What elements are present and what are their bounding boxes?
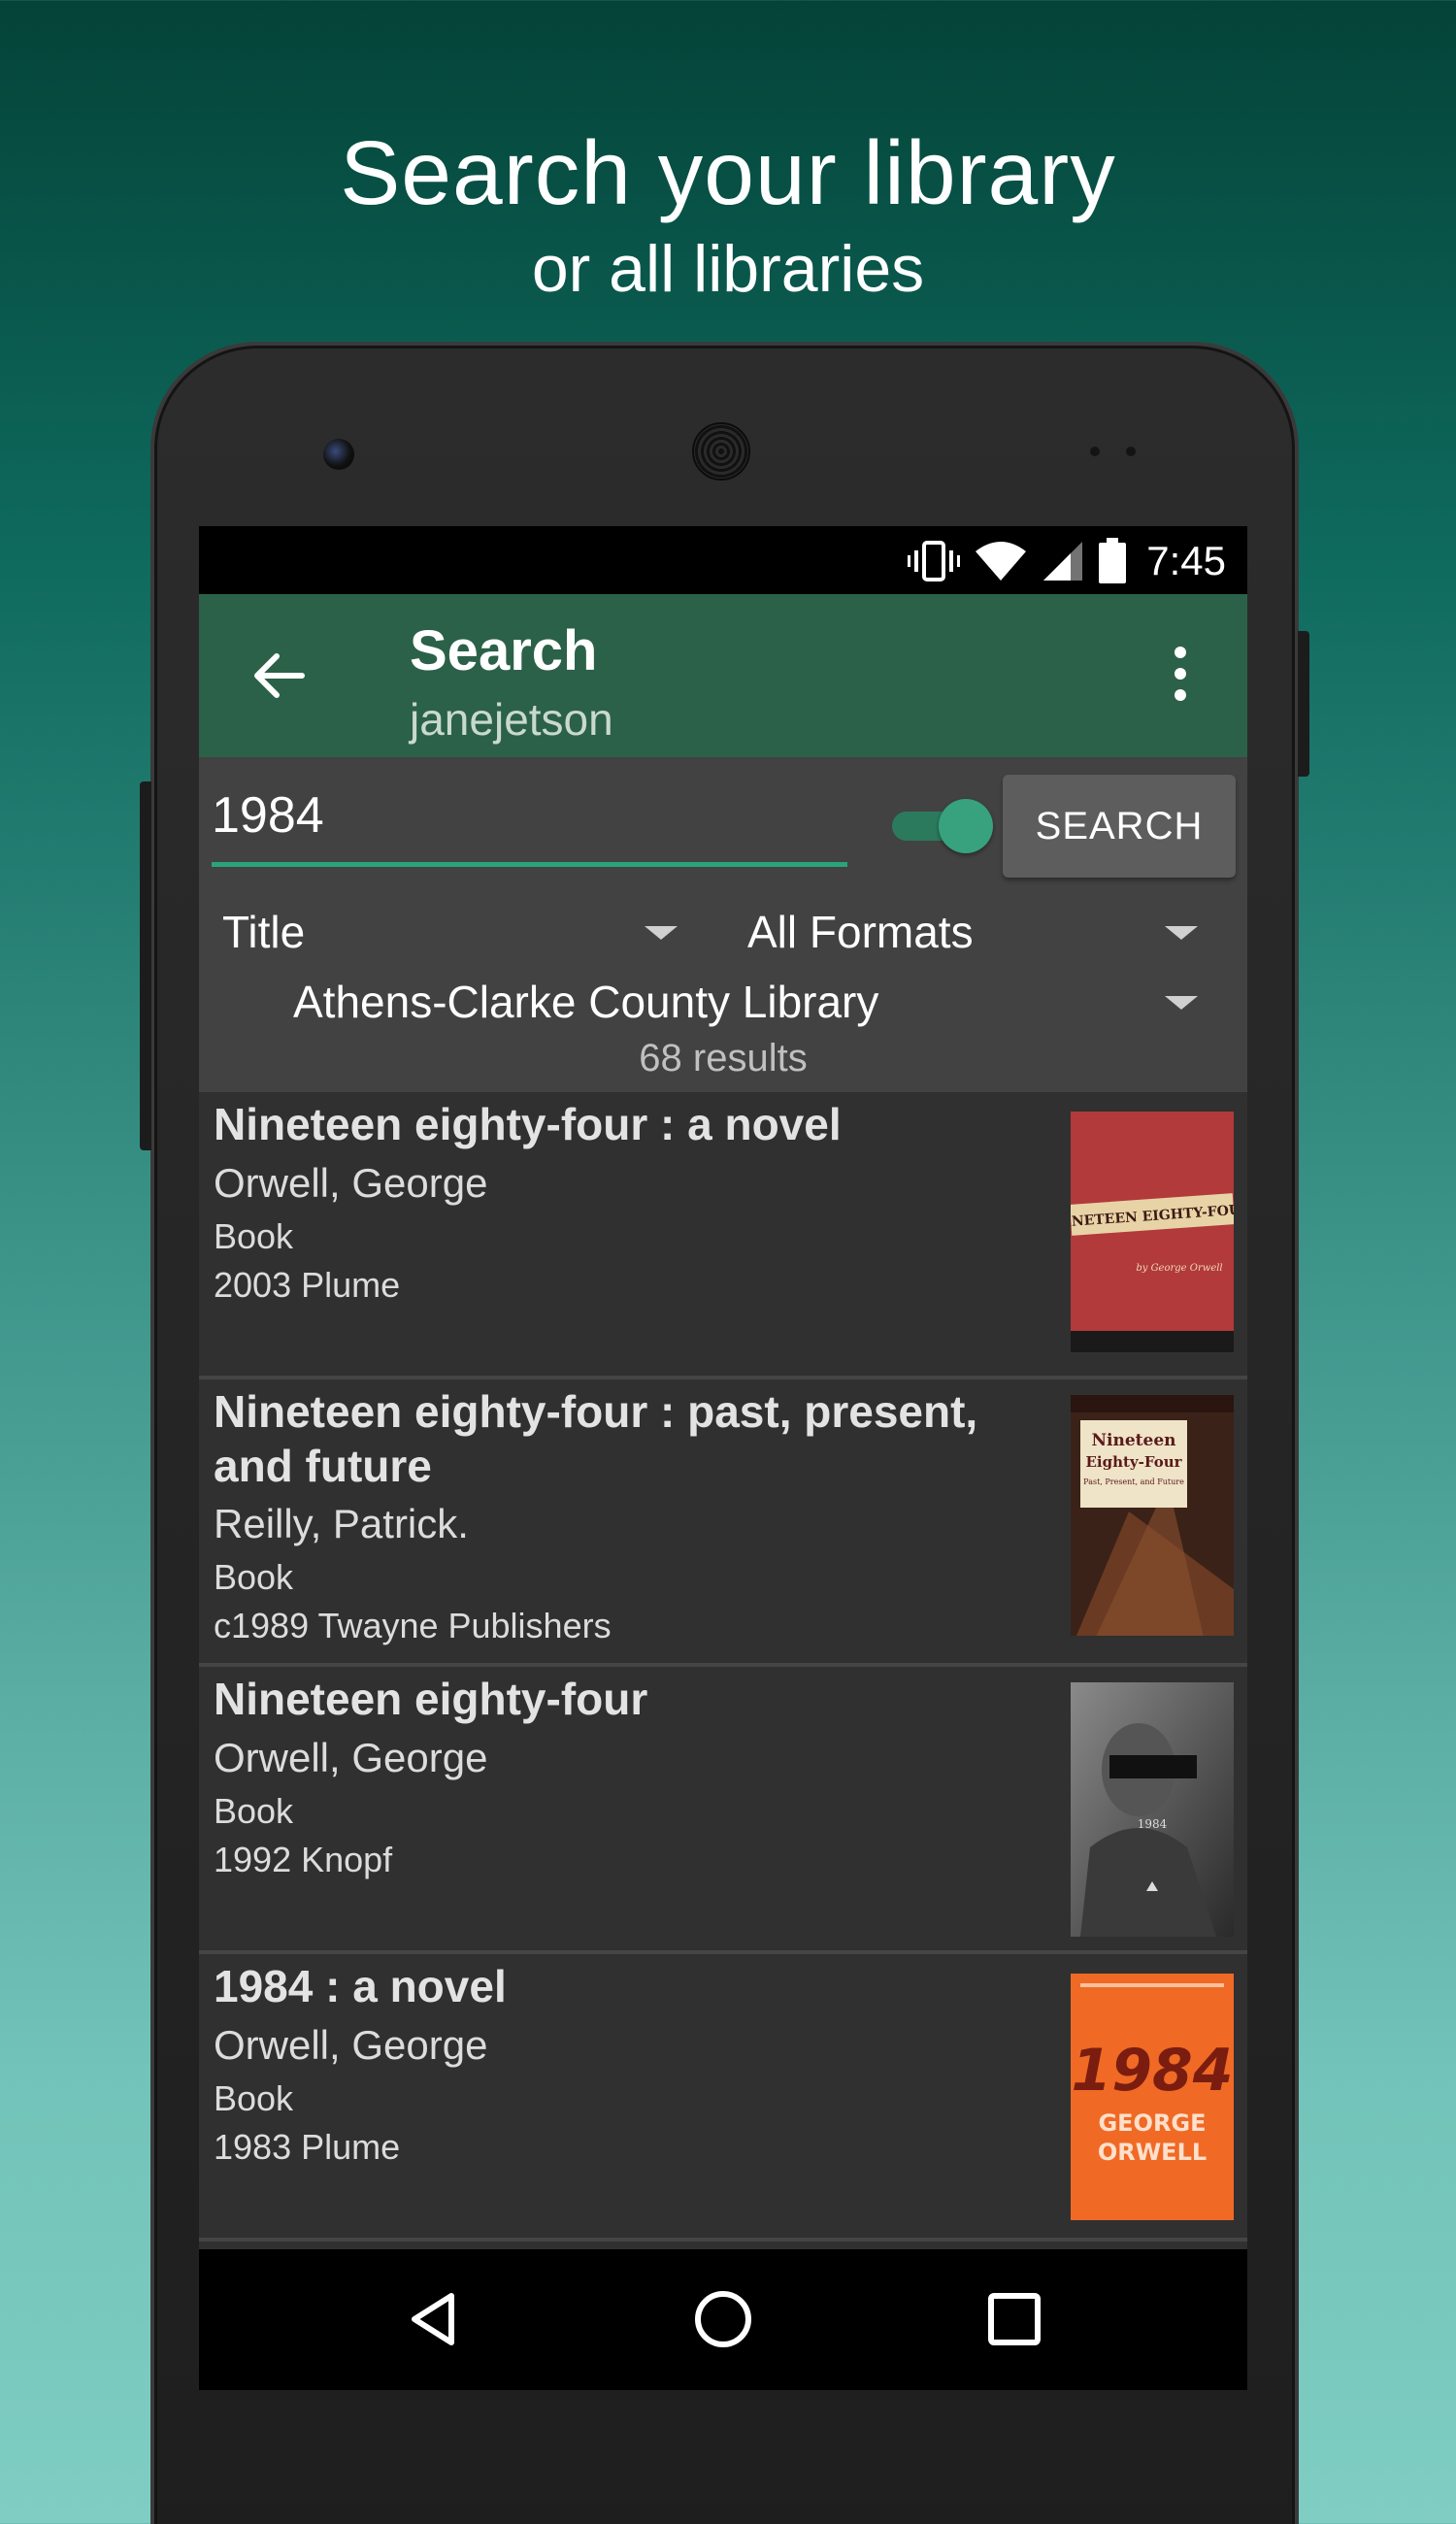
proximity-sensor — [1090, 447, 1100, 456]
status-time: 7:45 — [1146, 537, 1226, 583]
result-title: Nineteen eighty-four — [214, 1674, 648, 1724]
search-by-value: Title — [222, 907, 306, 957]
result-publication: 2003 Plume — [214, 1265, 401, 1305]
result-author: Orwell, George — [214, 2022, 488, 2068]
wifi-icon — [976, 541, 1027, 581]
svg-text:GEORGE: GEORGE — [1098, 2109, 1206, 2137]
cover-title-text: 1984 — [1072, 2037, 1234, 2105]
result-title: Nineteen eighty-four : past, present, an… — [214, 1386, 978, 1491]
front-camera — [323, 439, 354, 470]
search-button[interactable]: SEARCH — [1003, 775, 1236, 878]
app-title: Search — [410, 619, 598, 682]
phone-volume-button — [140, 781, 151, 1150]
format-dropdown[interactable]: All Formats — [747, 903, 1223, 961]
system-nav-bar — [199, 2249, 1247, 2390]
earpiece-speaker — [692, 422, 750, 481]
result-publication: 1983 Plume — [214, 2127, 401, 2167]
result-publication: c1989 Twayne Publishers — [214, 1606, 612, 1645]
search-input[interactable] — [212, 786, 847, 845]
book-cover-image: 1984 — [1071, 1682, 1234, 1937]
result-format: Book — [214, 1216, 294, 1256]
app-subtitle: janejetson — [410, 694, 613, 745]
svg-text:Nineteen: Nineteen — [1091, 1431, 1175, 1450]
svg-text:Eighty-Four: Eighty-Four — [1085, 1453, 1182, 1471]
book-cover-image: Nineteen Eighty-Four Past, Present, and … — [1071, 1395, 1234, 1636]
result-author: Orwell, George — [214, 1735, 488, 1780]
toggle-thumb — [939, 799, 993, 853]
overflow-menu-icon[interactable] — [1166, 643, 1195, 705]
result-item[interactable]: Nineteen eighty-four : past, present, an… — [199, 1379, 1247, 1667]
promo-headline: Search your library — [340, 122, 1116, 223]
format-value: All Formats — [747, 907, 974, 957]
cover-byline-text: Past, Present, and Future — [1083, 1478, 1184, 1486]
nav-back-icon[interactable] — [403, 2288, 465, 2350]
result-title: Nineteen eighty-four : a novel — [214, 1099, 842, 1149]
search-input-underline — [212, 862, 847, 867]
library-dropdown[interactable]: Athens-Clarke County Library — [293, 973, 1223, 1031]
cover-title-text: 1984 — [1138, 1817, 1168, 1831]
signal-icon — [1043, 541, 1083, 581]
nav-home-icon[interactable] — [692, 2288, 754, 2350]
battery-icon — [1099, 537, 1127, 583]
result-author: Reilly, Patrick. — [214, 1501, 469, 1546]
search-panel: SEARCH Title All Formats Athens-Clarke C… — [199, 757, 1247, 1092]
status-bar: 7:45 — [199, 526, 1247, 594]
result-item[interactable]: 1984 : a novel Orwell, George Book 1983 … — [199, 1954, 1247, 2242]
light-sensor — [1126, 447, 1136, 456]
vibrate-icon — [908, 540, 961, 581]
result-publication: 1992 Knopf — [214, 1840, 393, 1879]
results-count: 68 results — [639, 1037, 808, 1079]
result-item[interactable]: Nineteen eighty-four : a novel Orwell, G… — [199, 1092, 1247, 1379]
svg-text:ORWELL: ORWELL — [1098, 2139, 1207, 2166]
cover-byline-text: by George Orwell — [1136, 1263, 1222, 1274]
search-scope-toggle[interactable] — [888, 796, 993, 854]
back-arrow-icon[interactable] — [248, 645, 310, 707]
result-format: Book — [214, 1791, 294, 1831]
nav-recents-icon[interactable] — [983, 2288, 1045, 2350]
chevron-down-icon — [645, 926, 678, 940]
result-title: 1984 : a novel — [214, 1961, 507, 2011]
result-item[interactable]: Nineteen eighty-four Orwell, George Book… — [199, 1667, 1247, 1954]
app-bar: Search janejetson — [199, 594, 1247, 757]
result-author: Orwell, George — [214, 1160, 488, 1206]
search-by-dropdown[interactable]: Title — [222, 903, 698, 961]
promo-subheadline: or all libraries — [531, 232, 925, 306]
result-format: Book — [214, 2078, 294, 2118]
book-cover-image: 1984 GEORGE ORWELL — [1071, 1974, 1234, 2220]
phone-power-button — [1298, 631, 1309, 777]
result-format: Book — [214, 1557, 294, 1597]
book-cover-image: NINETEEN EIGHTY-FOUR by George Orwell — [1071, 1112, 1234, 1352]
library-value: Athens-Clarke County Library — [293, 977, 879, 1027]
chevron-down-icon — [1165, 926, 1198, 940]
chevron-down-icon — [1165, 996, 1198, 1010]
phone-screen: 7:45 Search janejetson SEARCH Title All … — [199, 526, 1247, 2390]
